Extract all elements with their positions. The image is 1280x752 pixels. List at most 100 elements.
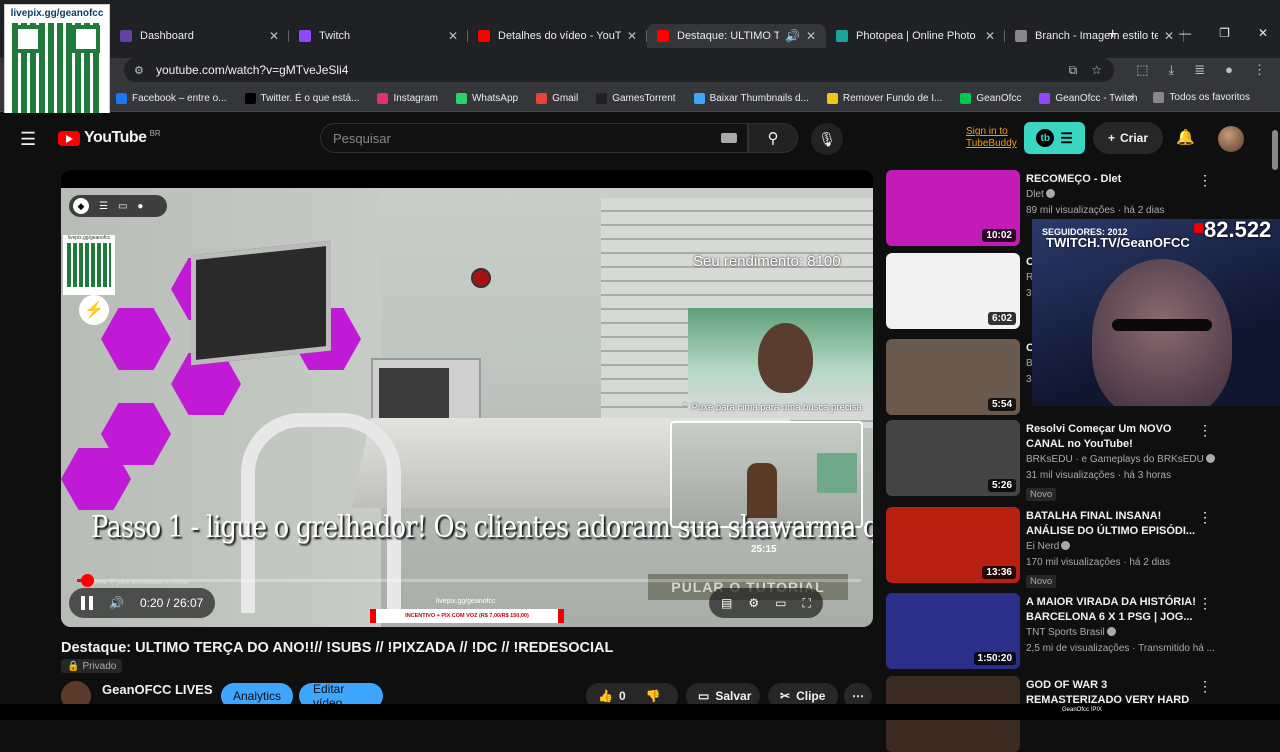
account-avatar[interactable] [1218,126,1244,152]
more-options-icon[interactable]: ⋮ [1198,595,1212,612]
keyboard-icon[interactable] [721,133,737,143]
browser-tab[interactable]: Branch - Imagem estilo terro ✕ [1005,24,1184,48]
bookmark-favicon-icon [826,93,838,104]
youtube-header: ☰ YouTube BR Pesquisar ⚲ 🎙 Sign in to Tu… [0,113,1270,163]
hamburger-menu-icon[interactable]: ☰ [20,129,36,150]
tab-audio-icon[interactable]: 🔊 [785,29,800,43]
dislike-icon[interactable]: 👎 [646,689,661,703]
create-button[interactable]: + Criar [1093,122,1163,154]
bookmark-item[interactable]: Instagram [377,93,438,104]
video-thumbnail[interactable]: 5:26 [886,420,1020,496]
video-channel[interactable]: BRKsEDU · e Gameplays do BRKsEDU [1026,452,1215,468]
tab-close-icon[interactable]: ✕ [806,29,816,43]
chat-menu-icon[interactable]: ☰ [99,201,108,212]
browser-tab[interactable]: Photopea | Online Photo Edi ✕ [826,24,1005,48]
like-icon[interactable]: 👍 [598,689,613,703]
twitch-url: TWITCH.TV/GeanOFCC [1046,235,1190,250]
bookmark-item[interactable]: Gmail [536,93,578,104]
video-thumbnail[interactable]: 5:54 [886,339,1020,415]
bookmark-item[interactable]: Twitter. É o que está... [244,93,359,104]
more-bookmarks-icon[interactable]: » [1128,92,1134,103]
mic-muted-icon[interactable]: ● [137,201,143,212]
progress-bar[interactable] [77,574,861,587]
subtitles-icon[interactable]: ▤ [721,596,732,610]
video-channel[interactable]: Ei Nerd [1026,539,1196,555]
media-icon[interactable]: ≣ [1194,62,1205,78]
channel-name[interactable]: GeanOFCC LIVES [102,682,213,697]
new-tab-button[interactable]: + [1108,26,1117,44]
recommended-video[interactable]: 5:26 Resolvi Começar Um NOVO CANAL no You… [886,420,1216,501]
browser-tab[interactable]: Dashboard ✕ [110,24,289,48]
search-icon: ⚲ [767,130,779,147]
video-thumbnail[interactable]: 10:02 [886,170,1020,246]
video-title[interactable]: RECOMEÇO - Dlet [1026,172,1196,187]
bookmark-item[interactable]: WhatsApp [455,93,518,104]
bookmark-item[interactable]: Remover Fundo de I... [826,93,942,104]
tab-close-icon[interactable]: ✕ [985,29,995,43]
taskbar: GeanOfcc !PIX [0,704,1280,720]
tab-close-icon[interactable]: ✕ [269,29,279,43]
browser-tab[interactable]: Detalhes do vídeo - YouTube ✕ [468,24,647,48]
site-info-icon[interactable]: ⚙ [134,64,148,77]
tubebuddy-button[interactable]: tb ☰ [1024,122,1085,154]
search-input[interactable]: Pesquisar [320,123,748,153]
more-options-icon[interactable]: ⋮ [1198,678,1212,695]
more-options-icon[interactable]: ⋮ [1198,422,1212,439]
notifications-bell-icon[interactable]: 🔔 [1176,128,1195,146]
voice-search-button[interactable]: 🎙 [811,123,843,155]
mini-qr-icon [67,243,111,287]
fullscreen-icon[interactable]: ⛶ [802,596,810,611]
cast-icon[interactable]: ⧉ [1069,63,1078,78]
youtube-logo[interactable]: YouTube BR [58,129,161,147]
recommended-video[interactable]: 1:50:20 A MAIOR VIRADA DA HISTÓRIA! BARCE… [886,593,1216,669]
close-window-icon[interactable]: ✕ [1258,26,1268,40]
video-channel[interactable]: Dlet [1026,187,1196,203]
chat-icon[interactable]: ▭ [118,201,127,212]
video-title[interactable]: Resolvi Começar Um NOVO CANAL no YouTube… [1026,422,1196,452]
tab-close-icon[interactable]: ✕ [627,29,637,43]
more-options-icon[interactable]: ⋮ [1198,509,1212,526]
page-scrollbar[interactable] [1272,120,1278,690]
video-thumbnail[interactable]: 13:36 [886,507,1020,583]
tab-close-icon[interactable]: ✕ [448,29,458,43]
theater-mode-icon[interactable]: ▭ [775,596,786,610]
video-title[interactable]: A MAIOR VIRADA DA HISTÓRIA! BARCELONA 6 … [1026,595,1196,625]
url-field[interactable]: ⚙ youtube.com/watch?v=gMTveJeSli4 ⧉ ☆ [124,58,1114,82]
bookmark-star-icon[interactable]: ☆ [1091,63,1102,78]
bookmark-label: GeanOfcc - Twitch [1055,93,1138,104]
tubebuddy-signin-link[interactable]: Sign in to TubeBuddy [966,126,1026,150]
all-bookmarks[interactable]: Todos os favoritos [1153,92,1250,103]
roblox-icon[interactable]: ◆ [73,198,89,214]
video-meta: RECOMEÇO - Dlet Dlet 89 mil visualizações … [1026,172,1196,219]
profile-icon[interactable]: ● [1225,62,1233,78]
browser-tab[interactable]: Destaque: ULTIMO TERÇ 🔊 ✕ [647,24,826,48]
bookmark-item[interactable]: GeanOfcc - Twitch [1039,93,1137,104]
search-button[interactable]: ⚲ [748,123,798,153]
pause-icon[interactable] [81,596,93,610]
recommended-video[interactable]: 13:36 BATALHA FINAL INSANA! ANÁLISE DO ÚL… [886,507,1216,588]
menu-icon[interactable]: ⋮ [1253,62,1266,78]
video-thumbnail[interactable]: 1:50:20 [886,593,1020,669]
tab-close-icon[interactable]: ✕ [1164,29,1174,43]
browser-tab[interactable]: Twitch ✕ [289,24,468,48]
video-channel[interactable]: TNT Sports Brasil [1026,625,1196,641]
video-thumbnail[interactable]: 6:02 [886,253,1020,329]
video-views: 2,5 mi de visualizações · Transmitido há… [1026,643,1215,654]
privacy-badge: 🔒 Privado [61,659,123,673]
maximize-icon[interactable]: ❐ [1219,26,1230,40]
bookmark-item[interactable]: GeanOfcc [960,93,1021,104]
url-text: youtube.com/watch?v=gMTveJeSli4 [156,63,349,77]
address-bar-row: ⚙ youtube.com/watch?v=gMTveJeSli4 ⧉ ☆ ⬚ … [0,58,1280,86]
video-player[interactable]: ◆ ☰ ▭ ● livepix.gg/geanofcc ⚡ Seu rendim… [61,170,873,627]
minimize-icon[interactable]: — [1179,26,1191,40]
bookmark-item[interactable]: Facebook – entre o... [116,93,227,104]
bookmark-item[interactable]: Baixar Thumbnails d... [693,93,809,104]
download-icon[interactable]: ⤓ [1168,62,1174,78]
more-options-icon[interactable]: ⋮ [1198,172,1212,189]
video-title[interactable]: BATALHA FINAL INSANA! ANÁLISE DO ÚLTIMO … [1026,509,1196,539]
extensions-icon[interactable]: ⬚ [1136,62,1148,78]
volume-icon[interactable]: 🔊 [109,596,124,610]
bookmark-item[interactable]: GamesTorrent [596,93,676,104]
settings-gear-icon[interactable]: ⚙ [748,596,759,610]
scrollbar-thumb[interactable] [1272,130,1278,170]
